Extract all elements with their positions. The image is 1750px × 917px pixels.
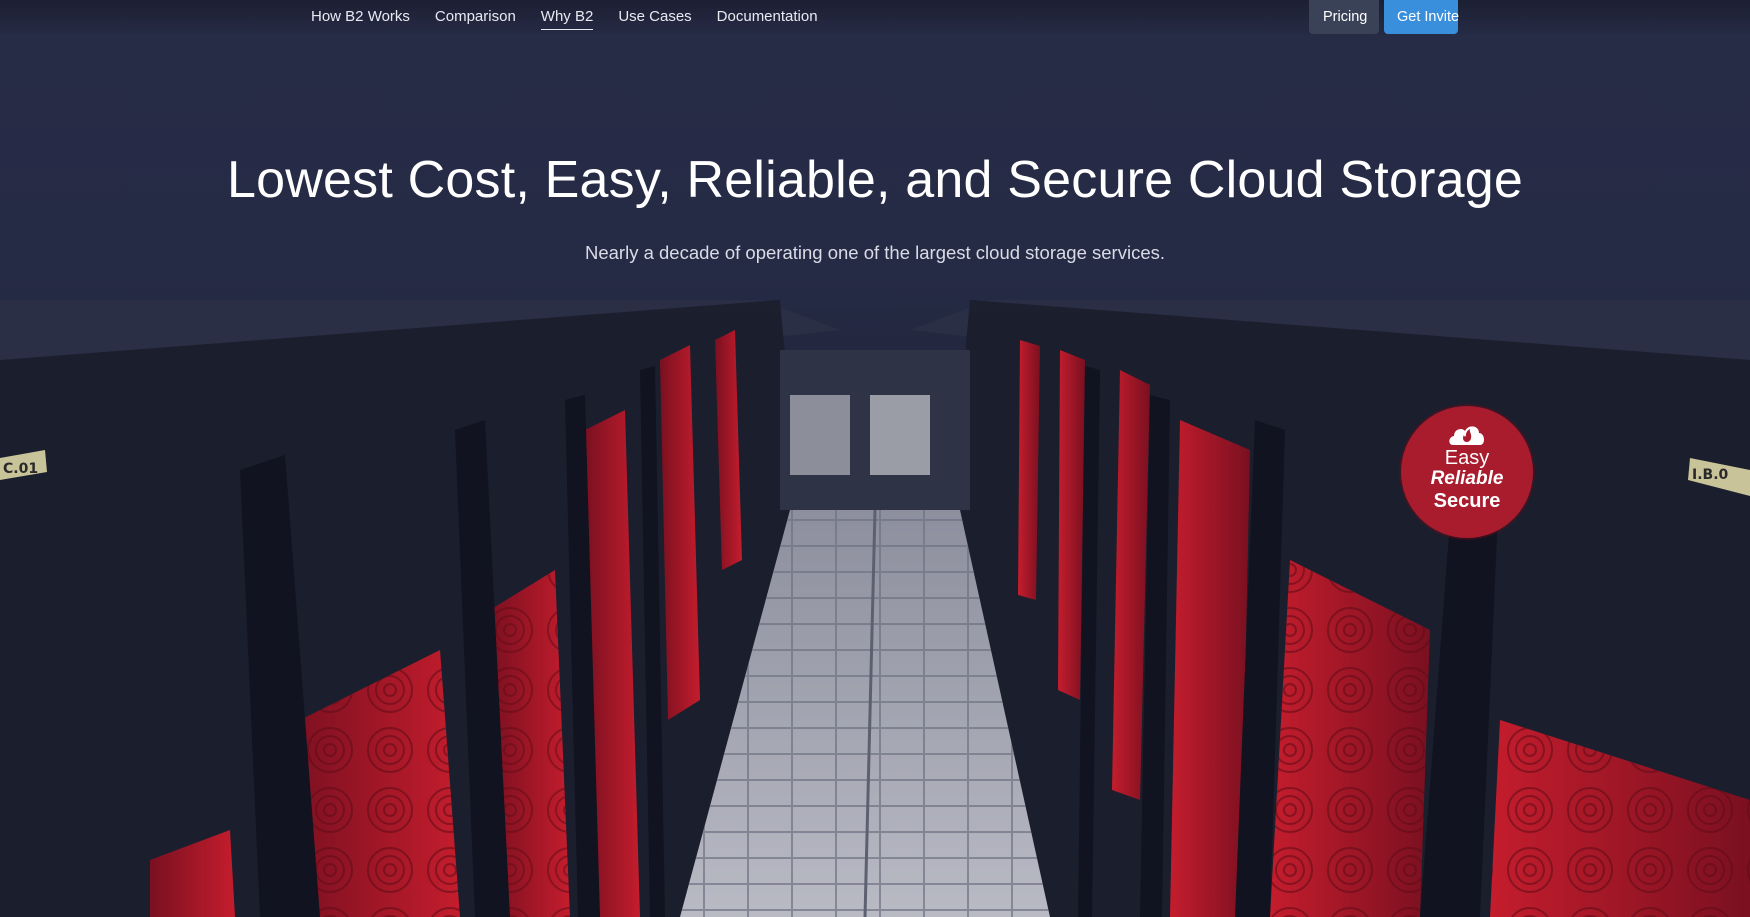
hero-subtitle: Nearly a decade of operating one of the … [584, 242, 1165, 263]
nav-link-use-cases[interactable]: Use Cases [618, 7, 691, 30]
rack-label-right: I.B.0 [1692, 467, 1729, 483]
badge-secure: Secure [1433, 490, 1501, 512]
easy-reliable-secure-badge: Easy Reliable Secure [1401, 406, 1533, 538]
nav-link-documentation[interactable]: Documentation [717, 7, 818, 30]
nav-links: How B2 Works Comparison Why B2 Use Cases… [311, 7, 818, 30]
badge-easy: Easy [1444, 447, 1490, 469]
nav-link-how-b2-works[interactable]: How B2 Works [311, 7, 410, 30]
rack-label-left: C.01 [3, 461, 38, 477]
badge-reliable: Reliable [1430, 468, 1504, 489]
top-navigation: How B2 Works Comparison Why B2 Use Cases… [0, 0, 1750, 36]
nav-actions: Pricing Get Invite [1309, 0, 1459, 34]
nav-link-why-b2[interactable]: Why B2 [540, 7, 594, 30]
page: C.01 I.B.0 How B2 Works Comparison Why B… [0, 0, 1750, 917]
hero-title: Lowest Cost, Easy, Reliable, and Secure … [227, 151, 1523, 209]
nav-link-comparison[interactable]: Comparison [435, 7, 516, 30]
cloud-flame-icon [1449, 426, 1485, 445]
get-invite-button[interactable]: Get Invite [1384, 0, 1459, 34]
pricing-button[interactable]: Pricing [1309, 0, 1379, 34]
